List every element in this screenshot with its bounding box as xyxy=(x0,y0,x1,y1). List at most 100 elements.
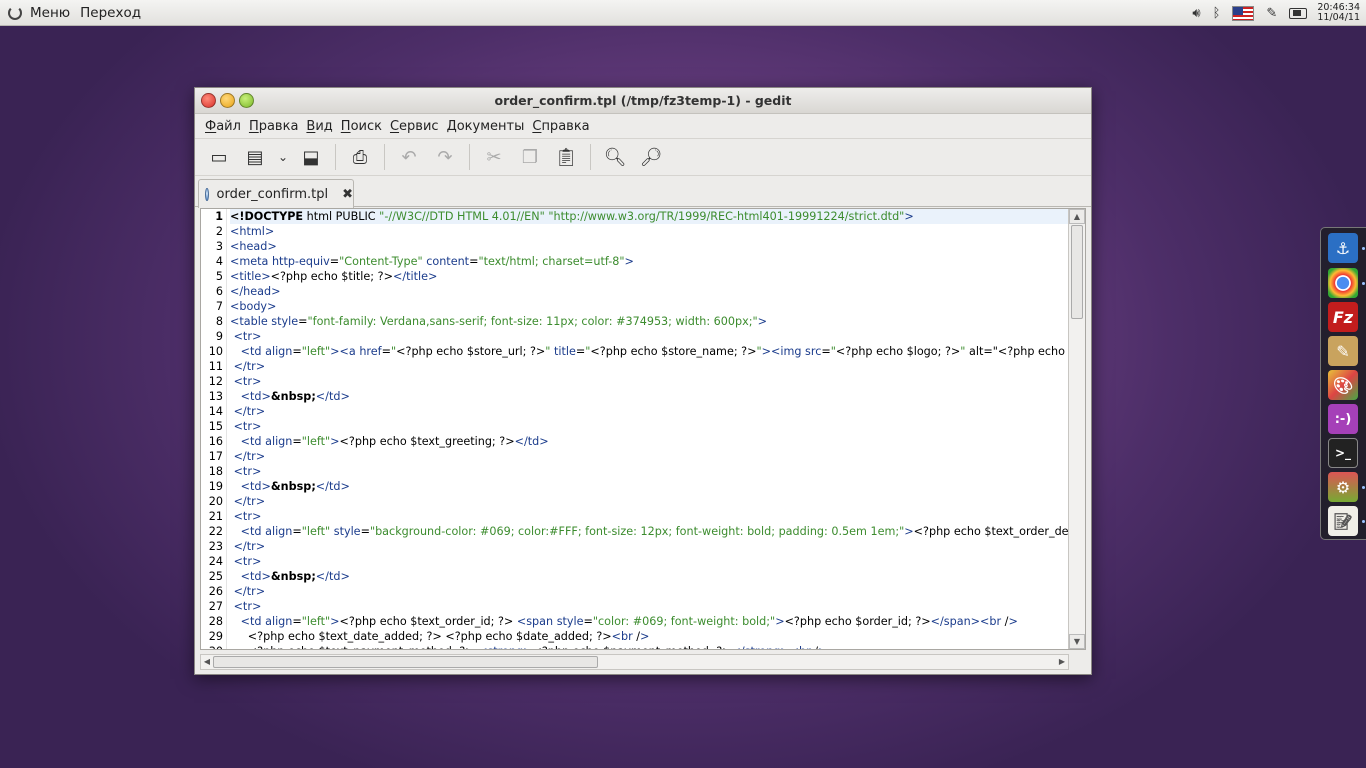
scroll-right-icon[interactable]: ▶ xyxy=(1056,655,1068,669)
code-line[interactable]: <tr> xyxy=(230,464,1070,479)
redo-icon[interactable]: ↷ xyxy=(430,142,460,172)
code-line[interactable]: <body> xyxy=(230,299,1070,314)
scroll-left-icon[interactable]: ◀ xyxy=(201,655,213,669)
title-bar[interactable]: order_confirm.tpl (/tmp/fz3temp-1) - ged… xyxy=(195,88,1091,114)
code-line[interactable]: </tr> xyxy=(230,539,1070,554)
gedit-icon[interactable]: 📝︎ xyxy=(1328,506,1358,536)
keyboard-flag-icon[interactable] xyxy=(1232,5,1255,21)
copy-icon[interactable]: ❐ xyxy=(515,142,545,172)
tab-order-confirm[interactable]: order_confirm.tpl ✖ xyxy=(198,179,354,208)
terminal-icon[interactable]: >_ xyxy=(1328,438,1358,468)
battery-icon[interactable] xyxy=(1289,7,1308,19)
code-line[interactable]: <td align="left"><?php echo $text_greeti… xyxy=(230,434,1070,449)
open-icon[interactable]: ▤ xyxy=(240,142,270,172)
filezilla-icon[interactable]: Fz xyxy=(1328,302,1358,332)
panel-goto[interactable]: Переход xyxy=(80,5,141,21)
new-icon[interactable]: ▭ xyxy=(204,142,234,172)
menu-documents[interactable]: Документы xyxy=(447,119,525,134)
running-indicator xyxy=(1362,282,1365,285)
cut-icon[interactable]: ✂ xyxy=(479,142,509,172)
code-line[interactable]: <td align="left" style="background-color… xyxy=(230,524,1070,539)
toolbar-separator xyxy=(335,144,336,170)
top-panel: Меню Переход 🔊︎ ᛒ ✎ 20:46:34 11/04/11 xyxy=(0,0,1366,26)
paste-icon[interactable]: 📋︎ xyxy=(551,142,581,172)
code-line[interactable]: <html> xyxy=(230,224,1070,239)
horizontal-scroll-thumb[interactable] xyxy=(213,656,598,668)
code-line[interactable]: <head> xyxy=(230,239,1070,254)
menu-file[interactable]: Файл xyxy=(205,119,241,134)
anchor-icon[interactable]: ⚓ xyxy=(1328,233,1358,263)
code-line[interactable]: <title><?php echo $title; ?></title> xyxy=(230,269,1070,284)
code-line[interactable]: <!DOCTYPE html PUBLIC "-//W3C//DTD HTML … xyxy=(230,209,1070,224)
bluetooth-icon[interactable]: ᛒ xyxy=(1213,6,1221,21)
volume-icon[interactable]: 🔊︎ xyxy=(1192,6,1200,21)
code-line[interactable]: <tr> xyxy=(230,509,1070,524)
line-number: 4 xyxy=(215,255,223,268)
replace-icon[interactable]: 🔎︎ xyxy=(636,142,666,172)
line-number: 12 xyxy=(208,375,223,388)
undo-icon[interactable]: ↶ xyxy=(394,142,424,172)
chat-icon[interactable]: :-) xyxy=(1328,404,1358,434)
scroll-up-icon[interactable]: ▲ xyxy=(1069,209,1085,224)
code-line[interactable]: <tr> xyxy=(230,419,1070,434)
code-line[interactable]: </head> xyxy=(230,284,1070,299)
chrome-icon[interactable] xyxy=(1328,268,1358,298)
code-line[interactable]: <?php echo $text_date_added; ?> <?php ec… xyxy=(230,629,1070,644)
code-line[interactable]: <meta http-equiv="Content-Type" content=… xyxy=(230,254,1070,269)
find-icon[interactable]: 🔍︎ xyxy=(600,142,630,172)
line-number: 29 xyxy=(208,630,223,643)
close-tab-icon[interactable]: ✖ xyxy=(342,187,353,202)
vertical-scrollbar[interactable]: ▲ ▼ xyxy=(1068,209,1085,649)
code-line[interactable]: <td align="left"><?php echo $text_order_… xyxy=(230,614,1070,629)
horizontal-scrollbar[interactable]: ◀ ▶ xyxy=(200,654,1069,670)
scroll-down-icon[interactable]: ▼ xyxy=(1069,634,1085,649)
gedit-window: order_confirm.tpl (/tmp/fz3temp-1) - ged… xyxy=(194,87,1092,675)
line-number: 20 xyxy=(208,495,223,508)
code-line[interactable]: <tr> xyxy=(230,554,1070,569)
text-editor[interactable]: 1 2 3 4 5 6 7 8 9 10 11 12 13 14 15 16 17 18 19 20 21 22 23 24 2… xyxy=(200,208,1086,650)
clock-date: 11/04/11 xyxy=(1317,12,1360,23)
print-icon[interactable]: ⎙ xyxy=(345,142,375,172)
vertical-scroll-thumb[interactable] xyxy=(1071,225,1083,319)
menu-view[interactable]: Вид xyxy=(306,119,332,134)
running-indicator xyxy=(1362,247,1365,250)
code-line[interactable]: <tr> xyxy=(230,329,1070,344)
dock: ⚓ Fz ✎ 🎨︎ :-) >_ ⚙ 📝︎ xyxy=(1320,227,1366,540)
toolbar-separator xyxy=(384,144,385,170)
code-line[interactable]: </tr> xyxy=(230,404,1070,419)
clock[interactable]: 20:46:34 11/04/11 xyxy=(1317,3,1360,23)
text-editor-icon[interactable]: ✎ xyxy=(1328,336,1358,366)
toolbar-separator xyxy=(469,144,470,170)
line-number: 6 xyxy=(215,285,223,298)
menu-tools[interactable]: Сервис xyxy=(390,119,439,134)
code-area[interactable]: <!DOCTYPE html PUBLIC "-//W3C//DTD HTML … xyxy=(230,209,1070,649)
code-line[interactable]: </tr> xyxy=(230,449,1070,464)
menu-bar: Файл Правка Вид Поиск Сервис Документы С… xyxy=(195,114,1091,138)
network-icon[interactable]: ✎ xyxy=(1266,6,1277,21)
tab-label: order_confirm.tpl xyxy=(216,186,329,202)
code-line[interactable]: <td>&nbsp;</td> xyxy=(230,479,1070,494)
panel-menu[interactable]: Меню xyxy=(30,5,70,21)
system-icon[interactable]: ⚙ xyxy=(1328,472,1358,502)
code-line[interactable]: <td align="left"><a href="<?php echo $st… xyxy=(230,344,1070,359)
code-line[interactable]: </tr> xyxy=(230,494,1070,509)
debian-logo-icon[interactable] xyxy=(8,5,22,20)
menu-search[interactable]: Поиск xyxy=(341,119,382,134)
code-line[interactable]: </tr> xyxy=(230,359,1070,374)
menu-edit[interactable]: Правка xyxy=(249,119,298,134)
code-line[interactable]: <table style="font-family: Verdana,sans-… xyxy=(230,314,1070,329)
line-number: 7 xyxy=(215,300,223,313)
paint-icon[interactable]: 🎨︎ xyxy=(1328,370,1358,400)
line-number: 2 xyxy=(215,225,223,238)
code-line[interactable]: <tr> xyxy=(230,599,1070,614)
code-line[interactable]: <td>&nbsp;</td> xyxy=(230,569,1070,584)
line-number: 10 xyxy=(208,345,223,358)
code-line[interactable]: <?php echo $text_payment_method; ?> <str… xyxy=(230,644,1070,649)
open-dropdown-icon[interactable]: ⌄ xyxy=(276,142,290,172)
code-line[interactable]: <tr> xyxy=(230,374,1070,389)
menu-help[interactable]: Справка xyxy=(532,119,589,134)
save-icon[interactable]: ⬓ xyxy=(296,142,326,172)
code-line[interactable]: </tr> xyxy=(230,584,1070,599)
line-number: 8 xyxy=(215,315,223,328)
code-line[interactable]: <td>&nbsp;</td> xyxy=(230,389,1070,404)
